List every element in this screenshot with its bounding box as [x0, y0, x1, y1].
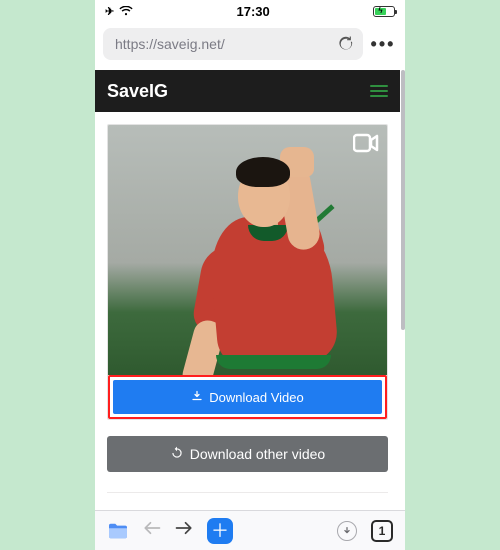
nav-forward-button[interactable]	[175, 521, 193, 540]
menu-icon[interactable]	[370, 82, 388, 100]
phone-frame: ✈ 17:30 ϟ https://saveig.net/ ••• SaveIG	[95, 0, 405, 550]
status-left: ✈	[105, 5, 133, 18]
status-bar: ✈ 17:30 ϟ	[95, 0, 405, 22]
url-field[interactable]: https://saveig.net/	[103, 28, 363, 60]
browser-url-bar: https://saveig.net/ •••	[95, 22, 405, 70]
video-thumbnail[interactable]	[108, 125, 387, 375]
files-icon[interactable]	[107, 522, 129, 540]
battery-icon: ϟ	[373, 6, 395, 17]
brand-logo: SaveIG	[107, 81, 168, 102]
nav-back-button[interactable]	[143, 521, 161, 540]
media-card: Download Video	[107, 124, 388, 420]
scrollbar-thumb[interactable]	[401, 70, 405, 330]
browser-more-button[interactable]: •••	[369, 34, 397, 55]
download-video-emphasis: Download Video	[108, 375, 387, 419]
browser-bottom-toolbar: ＋ 1	[95, 510, 405, 550]
download-other-button[interactable]: Download other video	[107, 436, 388, 472]
separator	[107, 492, 388, 493]
reload-icon[interactable]	[337, 35, 355, 53]
new-tab-button[interactable]: ＋	[207, 518, 233, 544]
page-body: Download Video Download other video	[95, 112, 400, 510]
status-right: ϟ	[373, 6, 395, 17]
download-video-label: Download Video	[209, 390, 303, 405]
download-icon	[191, 390, 203, 405]
tabs-button[interactable]: 1	[371, 520, 393, 542]
content-wrap: SaveIG	[95, 70, 405, 510]
clock: 17:30	[236, 4, 269, 19]
airplane-mode-icon: ✈	[105, 5, 114, 18]
page-viewport: SaveIG	[95, 70, 400, 510]
download-video-button[interactable]: Download Video	[113, 380, 382, 414]
tab-count-label: 1	[379, 524, 386, 538]
page: SaveIG	[95, 70, 400, 510]
scrollbar-track[interactable]	[400, 70, 405, 510]
downloads-button[interactable]	[337, 521, 357, 541]
download-other-label: Download other video	[190, 446, 325, 462]
site-header: SaveIG	[95, 70, 400, 112]
url-text: https://saveig.net/	[115, 36, 225, 52]
thumbnail-figure	[158, 125, 368, 375]
video-indicator-icon	[353, 133, 379, 158]
wifi-icon	[119, 6, 133, 16]
refresh-icon	[170, 446, 184, 463]
